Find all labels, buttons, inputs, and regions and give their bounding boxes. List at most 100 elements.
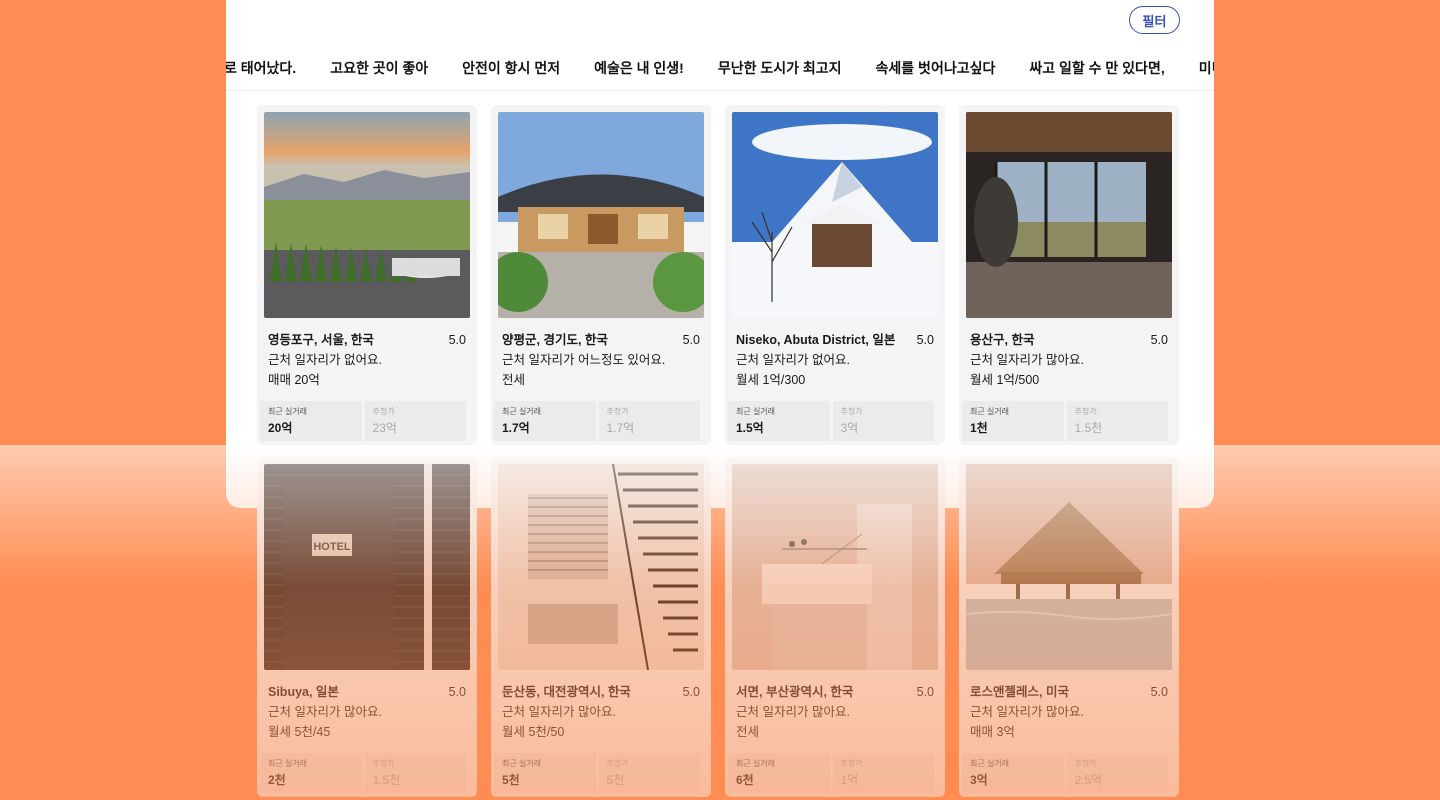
recent-deal-box: 최근 실거래 3억 xyxy=(962,753,1064,793)
listing-jobs: 근처 일자리가 많아요. xyxy=(970,705,1084,719)
listing-card[interactable]: 둔산동, 대전광역시, 한국 5.0 근처 일자리가 많아요. 월세 5천/50… xyxy=(491,457,711,797)
estimate-label: 추정가 xyxy=(840,407,863,416)
listing-rating: 5.0 xyxy=(682,685,700,699)
listing-grid: 영등포구, 서울, 한국 5.0 근처 일자리가 없어요. 매매 20억 최근 … xyxy=(257,105,1179,797)
estimate-value: 23억 xyxy=(372,421,397,435)
estimate-label: 추정가 xyxy=(1074,759,1097,768)
recent-deal-label: 최근 실거래 xyxy=(502,407,542,416)
listing-rating: 5.0 xyxy=(682,333,700,347)
tab-item[interactable]: 싸고 일할 수 만 있다면, xyxy=(1029,58,1164,78)
listing-card[interactable]: Niseko, Abuta District, 일본 5.0 근처 일자리가 없… xyxy=(725,105,945,445)
estimate-box: 추정가 1억 xyxy=(832,753,934,793)
listing-location: 양평군, 경기도, 한국 xyxy=(502,333,608,347)
snow-mountain-image xyxy=(732,112,938,318)
tab-item[interactable]: 안전이 항시 먼저 xyxy=(462,58,560,78)
hanok-image xyxy=(498,112,704,318)
estimate-label: 추정가 xyxy=(606,759,629,768)
interior-window-image xyxy=(966,112,1172,318)
recent-deal-box: 최근 실거래 6천 xyxy=(728,753,830,793)
listing-rating: 5.0 xyxy=(448,685,466,699)
listing-price: 월세 1억/300 xyxy=(736,373,806,387)
tab-item[interactable]: 무난한 도시가 최고지 xyxy=(718,58,842,78)
listing-price: 월세 5천/45 xyxy=(268,725,331,739)
listing-card[interactable]: 서면, 부산광역시, 한국 5.0 근처 일자리가 많아요. 전세 최근 실거래… xyxy=(725,457,945,797)
estimate-value: 3억 xyxy=(840,421,859,435)
recent-deal-label: 최근 실거래 xyxy=(970,407,1010,416)
estimate-label: 추정가 xyxy=(372,759,395,768)
estimate-box: 추정가 23억 xyxy=(364,401,466,441)
estimate-box: 추정가 5천 xyxy=(598,753,700,793)
recent-deal-label: 최근 실거래 xyxy=(736,759,776,768)
listing-location: 영등포구, 서울, 한국 xyxy=(268,333,374,347)
listing-card[interactable]: 양평군, 경기도, 한국 5.0 근처 일자리가 어느정도 있어요. 전세 최근… xyxy=(491,105,711,445)
listing-rating: 5.0 xyxy=(1150,685,1168,699)
category-tabs: 로 태어났다. 고요한 곳이 좋아 안전이 항시 먼저 예술은 내 인생! 무난한 도시… xyxy=(226,58,1214,80)
recent-deal-value: 2천 xyxy=(268,773,286,787)
estimate-box: 추정가 1.5천 xyxy=(364,753,466,793)
listing-jobs: 근처 일자리가 없어요. xyxy=(736,353,850,367)
listing-jobs: 근처 일자리가 많아요. xyxy=(268,705,382,719)
estimate-box: 추정가 2.5억 xyxy=(1066,753,1168,793)
recent-deal-box: 최근 실거래 2천 xyxy=(260,753,362,793)
container-tower-image xyxy=(732,464,938,670)
recent-deal-value: 20억 xyxy=(268,421,293,435)
estimate-label: 추정가 xyxy=(840,759,863,768)
field-sunset-image xyxy=(264,112,470,318)
thatched-pool-bar-image xyxy=(966,464,1172,670)
estimate-value: 1.5천 xyxy=(1074,421,1103,435)
listing-card[interactable]: 영등포구, 서울, 한국 5.0 근처 일자리가 없어요. 매매 20억 최근 … xyxy=(257,105,477,445)
listing-price: 월세 1억/500 xyxy=(970,373,1040,387)
recent-deal-label: 최근 실거래 xyxy=(736,407,776,416)
estimate-value: 2.5억 xyxy=(1074,773,1103,787)
listing-location: 로스앤젤레스, 미국 xyxy=(970,685,1069,699)
listing-rating: 5.0 xyxy=(448,333,466,347)
estimate-label: 추정가 xyxy=(1074,407,1097,416)
listing-price: 전세 xyxy=(736,725,760,739)
estimate-value: 1.7억 xyxy=(606,421,635,435)
recent-deal-value: 6천 xyxy=(736,773,754,787)
listing-rating: 5.0 xyxy=(916,333,934,347)
hotel-sign-image: HOTEL xyxy=(264,464,470,670)
listing-card[interactable]: 용산구, 한국 5.0 근처 일자리가 많아요. 월세 1억/500 최근 실거… xyxy=(959,105,1179,445)
listing-price: 전세 xyxy=(502,373,526,387)
listing-card[interactable]: 로스앤젤레스, 미국 5.0 근처 일자리가 많아요. 매매 3억 최근 실거래… xyxy=(959,457,1179,797)
recent-deal-label: 최근 실거래 xyxy=(502,759,542,768)
recent-deal-value: 1.5억 xyxy=(736,421,764,435)
svg-text:HOTEL: HOTEL xyxy=(313,541,351,553)
recent-deal-box: 최근 실거래 1.7억 xyxy=(494,401,596,441)
listing-rating: 5.0 xyxy=(916,685,934,699)
recent-deal-box: 최근 실거래 20억 xyxy=(260,401,362,441)
filter-button[interactable]: 필터 xyxy=(1129,6,1180,34)
recent-deal-box: 최근 실거래 1천 xyxy=(962,401,1064,441)
tab-item[interactable]: 고요한 곳이 좋아 xyxy=(330,58,428,78)
estimate-value: 1억 xyxy=(840,773,859,787)
listing-jobs: 근처 일자리가 많아요. xyxy=(736,705,850,719)
listing-location: Sibuya, 일본 xyxy=(268,685,339,699)
estimate-value: 5천 xyxy=(606,773,625,787)
tab-item[interactable]: 속세를 벗어나고싶다 xyxy=(876,58,996,78)
tabs-divider xyxy=(226,90,1214,91)
listing-jobs: 근처 일자리가 많아요. xyxy=(502,705,616,719)
recent-deal-label: 최근 실거래 xyxy=(268,759,308,768)
listing-jobs: 근처 일자리가 많아요. xyxy=(970,353,1084,367)
listing-price: 매매 20억 xyxy=(268,373,320,387)
recent-deal-value: 1.7억 xyxy=(502,421,530,435)
listing-price: 월세 5천/50 xyxy=(502,725,565,739)
listing-price: 매매 3억 xyxy=(970,725,1015,739)
recent-deal-label: 최근 실거래 xyxy=(268,407,308,416)
listing-location: Niseko, Abuta District, 일본 xyxy=(736,333,896,347)
recent-deal-value: 1천 xyxy=(970,421,988,435)
listing-jobs: 근처 일자리가 없어요. xyxy=(268,353,382,367)
tab-item[interactable]: 예술은 내 인생! xyxy=(594,58,684,78)
recent-deal-box: 최근 실거래 5천 xyxy=(494,753,596,793)
estimate-box: 추정가 3억 xyxy=(832,401,934,441)
listing-rating: 5.0 xyxy=(1150,333,1168,347)
estimate-box: 추정가 1.7억 xyxy=(598,401,700,441)
estimate-box: 추정가 1.5천 xyxy=(1066,401,1168,441)
recent-deal-value: 3억 xyxy=(970,773,988,787)
listing-location: 둔산동, 대전광역시, 한국 xyxy=(502,685,631,699)
tab-item[interactable]: 미니멀라이프 초소형 xyxy=(1199,58,1214,78)
listing-card[interactable]: HOTEL Sibuya, 일본 5.0 근처 일자리가 많아요. 월세 5천/… xyxy=(257,457,477,797)
tab-item[interactable]: 로 태어났다. xyxy=(226,58,296,78)
recent-deal-label: 최근 실거래 xyxy=(970,759,1010,768)
